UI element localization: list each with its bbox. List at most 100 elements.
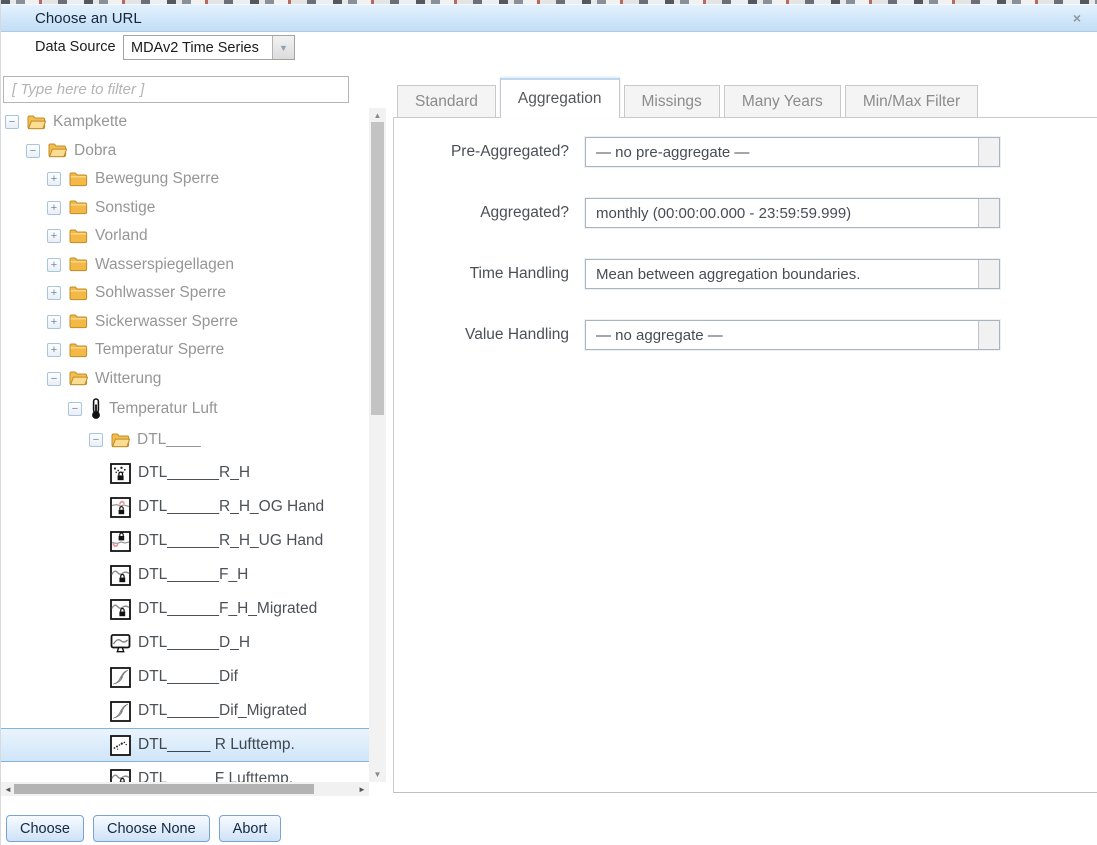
tree-item-vorland[interactable]: + Vorland [1, 222, 369, 251]
tree-item-label: Temperatur Luft [109, 400, 218, 418]
tree-item-label: Dobra [74, 142, 116, 160]
tree-item-label: Temperatur Sperre [95, 341, 224, 359]
tree-vertical-scrollbar[interactable]: ▲ ▼ [369, 108, 386, 782]
field-label: Pre-Aggregated? [394, 143, 569, 161]
monitor-curve-icon [110, 633, 131, 654]
expand-plus-icon[interactable]: + [47, 343, 61, 357]
tree-item-sickerwasser-sperre[interactable]: + Sickerwasser Sperre [1, 308, 369, 337]
aggregated-select[interactable]: monthly (00:00:00.000 - 23:59:59.999) [585, 198, 1000, 228]
field-value: — no aggregate — [586, 327, 978, 344]
chart-pen-icon [110, 701, 131, 722]
form-row: Pre-Aggregated? — no pre-aggregate — [394, 137, 1097, 167]
field-label: Time Handling [394, 265, 569, 283]
tree-item-bewegung-sperre[interactable]: + Bewegung Sperre [1, 165, 369, 194]
tree-item-dtl-f-h[interactable]: DTL______F_H [1, 558, 369, 592]
expand-plus-icon[interactable]: + [47, 201, 61, 215]
tree-item-dtl-r-lufttemp[interactable]: DTL_____ R Lufttemp. [1, 728, 369, 762]
tab-many-years[interactable]: Many Years [724, 85, 841, 118]
tree-item-witterung[interactable]: − Witterung [1, 365, 369, 394]
tree-item-dtl-dif[interactable]: DTL______Dif [1, 660, 369, 694]
tree-item-dtl-dif-migrated[interactable]: DTL______Dif_Migrated [1, 694, 369, 728]
form-row: Aggregated? monthly (00:00:00.000 - 23:5… [394, 198, 1097, 228]
collapse-minus-icon[interactable]: − [5, 115, 19, 129]
tree-item-temperatur-luft[interactable]: − Temperatur Luft [1, 393, 369, 424]
tree-item-label: DTL______Dif_Migrated [138, 702, 307, 720]
chevron-down-icon[interactable] [978, 260, 999, 288]
folder-closed-icon [69, 200, 88, 215]
expand-plus-icon[interactable]: + [47, 258, 61, 272]
collapse-minus-icon[interactable]: − [47, 372, 61, 386]
tree-item-dobra[interactable]: − Dobra [1, 137, 369, 166]
tree-item-dtl-f-h-migrated[interactable]: DTL______F_H_Migrated [1, 592, 369, 626]
tab-standard[interactable]: Standard [397, 85, 496, 118]
collapse-minus-icon[interactable]: − [26, 144, 40, 158]
tree-horizontal-scrollbar[interactable]: ◄ ► [1, 782, 369, 796]
field-value: — no pre-aggregate — [586, 144, 978, 161]
vertical-scrollbar-thumb[interactable] [371, 122, 384, 415]
tree-item-dtl-r-h[interactable]: DTL______R_H [1, 456, 369, 490]
chart-pen-icon [110, 667, 131, 688]
tab-min-max-filter[interactable]: Min/Max Filter [845, 85, 978, 118]
scroll-right-icon[interactable]: ► [357, 785, 367, 794]
data-source-select[interactable]: MDAv2 Time Series ▼ [123, 35, 295, 60]
collapse-minus-icon[interactable]: − [89, 433, 103, 447]
tree-item-dtl-r-h-og-hand[interactable]: DTL______R_H_OG Hand [1, 490, 369, 524]
value-handling-select[interactable]: — no aggregate — [585, 320, 1000, 350]
folder-open-icon [69, 371, 88, 386]
chevron-down-icon[interactable] [978, 138, 999, 166]
tree-item-dtl[interactable]: − DTL____ [1, 424, 369, 456]
expand-plus-icon[interactable]: + [47, 315, 61, 329]
chevron-down-icon[interactable] [978, 199, 999, 227]
expand-plus-icon[interactable]: + [47, 286, 61, 300]
dialog-footer: Choose Choose None Abort [6, 815, 281, 842]
tree-item-dtl-d-h[interactable]: DTL______D_H [1, 626, 369, 660]
expand-plus-icon[interactable]: + [47, 172, 61, 186]
tree-item-label: DTL______F_H_Migrated [138, 600, 317, 618]
field-value: monthly (00:00:00.000 - 23:59:59.999) [586, 205, 978, 222]
pre-aggregated-select[interactable]: — no pre-aggregate — [585, 137, 1000, 167]
chevron-down-icon[interactable]: ▼ [272, 36, 294, 59]
tree-item-label: DTL______R_H [138, 464, 250, 482]
time-handling-select[interactable]: Mean between aggregation boundaries. [585, 259, 1000, 289]
tree-item-label: DTL______R_H_OG Hand [138, 498, 324, 516]
choose-button[interactable]: Choose [6, 815, 84, 842]
tree-item-label: Witterung [95, 370, 161, 388]
field-value: Mean between aggregation boundaries. [586, 266, 978, 283]
chevron-down-icon[interactable] [978, 321, 999, 349]
tree-item-sohlwasser-sperre[interactable]: + Sohlwasser Sperre [1, 279, 369, 308]
scroll-left-icon[interactable]: ◄ [3, 785, 13, 794]
chart-peak-lock-icon [110, 497, 131, 518]
close-icon[interactable]: × [1068, 9, 1086, 27]
tree-item-label: Sickerwasser Sperre [95, 313, 238, 331]
folder-closed-icon [69, 314, 88, 329]
folder-closed-icon [69, 343, 88, 358]
series-tree: − Kampkette − Dobra + Bewegung Sperre + … [1, 108, 369, 782]
tree-item-wasserspiegellagen[interactable]: + Wasserspiegellagen [1, 251, 369, 280]
tree-item-label: Bewegung Sperre [95, 170, 219, 188]
collapse-minus-icon[interactable]: − [68, 402, 82, 416]
tree-item-label: Vorland [95, 227, 148, 245]
horizontal-scrollbar-thumb[interactable] [14, 784, 314, 794]
expand-plus-icon[interactable]: + [47, 229, 61, 243]
tree-item-dtl-r-h-ug-hand[interactable]: DTL______R_H_UG Hand [1, 524, 369, 558]
scroll-down-icon[interactable]: ▼ [369, 770, 386, 779]
tree-item-dtl-f-lufttemp[interactable]: DTL_____ F Lufttemp. [1, 762, 369, 782]
tree-item-temperatur-sperre[interactable]: + Temperatur Sperre [1, 336, 369, 365]
tree-item-sonstige[interactable]: + Sonstige [1, 194, 369, 223]
tree-filter-input[interactable] [3, 76, 349, 103]
dialog-titlebar: Choose an URL × [1, 4, 1097, 32]
tree-item-label: Sonstige [95, 199, 155, 217]
folder-closed-icon [69, 229, 88, 244]
abort-button[interactable]: Abort [219, 815, 282, 842]
tree-item-label: DTL_____ R Lufttemp. [138, 736, 295, 754]
tab-aggregation[interactable]: Aggregation [500, 78, 620, 118]
tree-item-label: DTL______Dif [138, 668, 238, 686]
data-source-value: MDAv2 Time Series [124, 40, 272, 56]
scroll-up-icon[interactable]: ▲ [369, 111, 386, 120]
tree-item-kampkette[interactable]: − Kampkette [1, 108, 369, 137]
tab-missings[interactable]: Missings [624, 85, 720, 118]
choose-none-button[interactable]: Choose None [93, 815, 210, 842]
chart-dots-icon [110, 735, 131, 756]
field-label: Aggregated? [394, 204, 569, 222]
chart-dip-lock-icon [110, 531, 131, 552]
